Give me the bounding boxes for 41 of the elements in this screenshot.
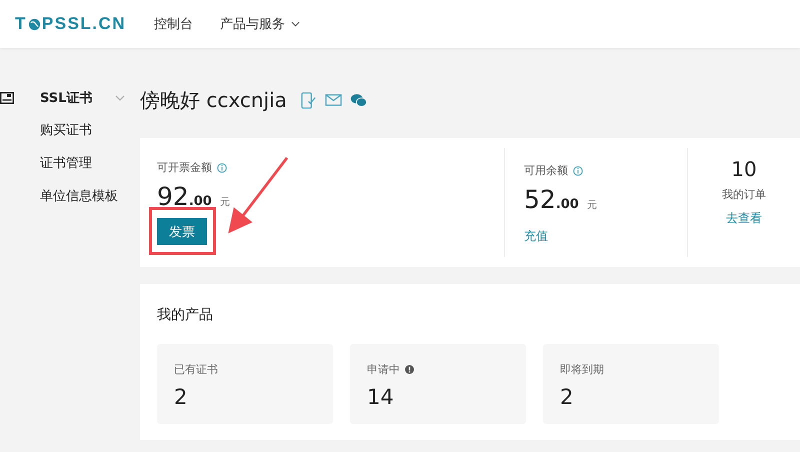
sidebar-item[interactable]: 单位信息模板	[40, 187, 140, 205]
logo-text: T	[15, 14, 27, 34]
label: 我的订单	[722, 187, 766, 202]
stat-label: 申请中	[367, 362, 400, 377]
view-link[interactable]: 去查看	[726, 210, 762, 227]
chat-bubbles-icon[interactable]	[350, 92, 367, 108]
sidebar-section[interactable]: SSL证书	[40, 89, 92, 107]
stat-value: 2	[174, 385, 188, 409]
stat-label: 已有证书	[174, 362, 218, 377]
stat-tile[interactable]: 已有证书 2	[157, 344, 333, 424]
amount: 92.00	[157, 182, 212, 211]
greeting: 傍晚好 ccxcnjia	[140, 86, 287, 114]
stat-value: 14	[367, 385, 395, 409]
alert-icon[interactable]	[405, 365, 414, 374]
recharge-link[interactable]: 充值	[524, 228, 687, 245]
globe-icon	[28, 18, 41, 30]
stat-label: 即将到期	[560, 362, 604, 377]
mail-check-icon[interactable]	[324, 92, 342, 108]
stat-tile[interactable]: 申请中 14	[350, 344, 526, 424]
info-icon[interactable]	[217, 162, 227, 172]
currency-unit: 元	[586, 199, 597, 212]
stat-value: 2	[560, 385, 574, 409]
chevron-icon[interactable]	[115, 95, 126, 101]
certificate-icon	[0, 92, 14, 104]
sidebar-item[interactable]: 证书管理	[40, 154, 140, 172]
logo-text: PSSL.CN	[42, 14, 126, 34]
stat-tile[interactable]: 即将到期 2	[543, 344, 719, 424]
amount: 52.00	[524, 185, 579, 214]
order-count: 10	[731, 157, 757, 181]
highlight-frame	[149, 207, 216, 255]
nav-link[interactable]: 产品与服务	[220, 15, 300, 33]
sidebar-item[interactable]: 购买证书	[40, 121, 140, 139]
chevron-down-icon	[291, 21, 300, 27]
invoice-button[interactable]: 发票	[157, 218, 207, 245]
info-icon[interactable]	[573, 166, 583, 176]
section-title: 我的产品	[157, 306, 214, 325]
nav-link[interactable]: 控制台	[154, 15, 194, 33]
currency-unit: 元	[220, 196, 230, 209]
label: 可开票金额	[157, 160, 212, 175]
phone-check-icon[interactable]	[300, 92, 317, 108]
label: 可用余额	[524, 163, 568, 178]
